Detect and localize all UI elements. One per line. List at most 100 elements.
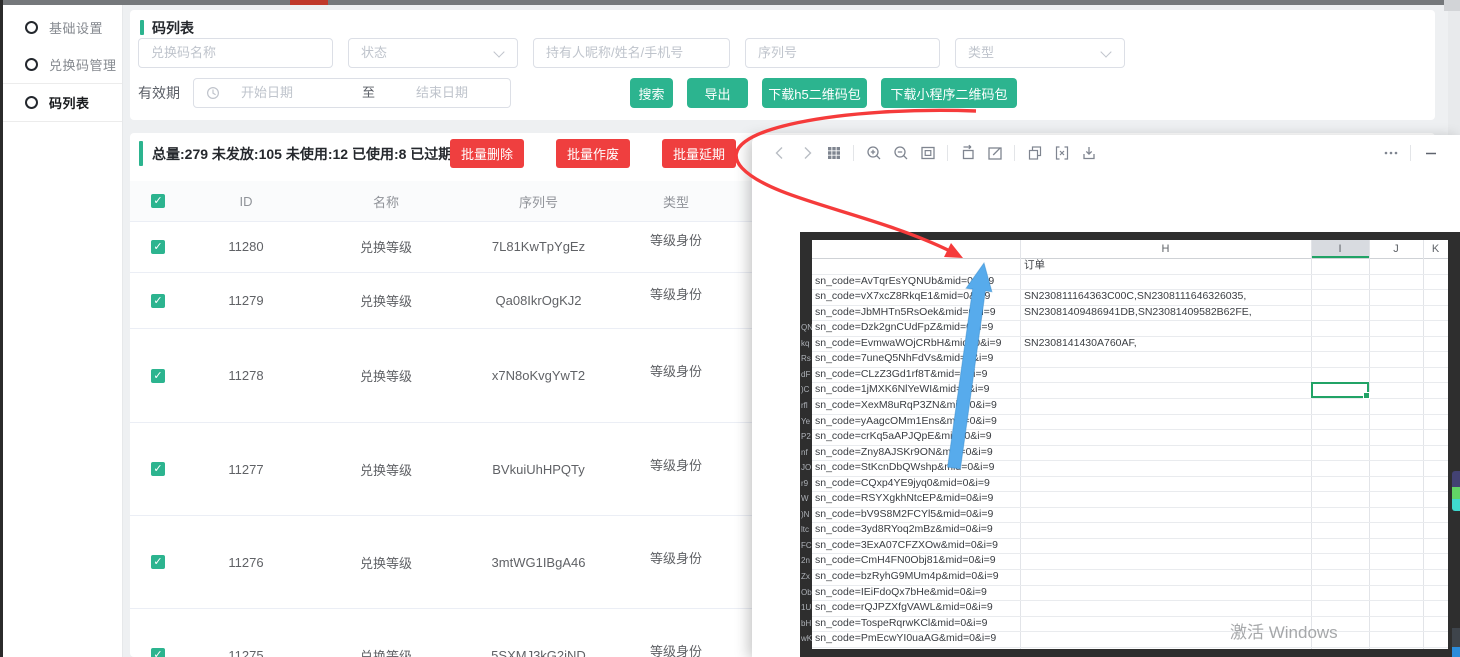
summary-stats: 总量:279 未发放:105 未使用:12 已使用:8 已过期:154 <box>152 144 480 164</box>
sn-code-cell: sn_code=CmH4FN0Obj81&mid=0&i=9 <box>815 553 1018 568</box>
extract-text-icon[interactable] <box>1048 144 1075 162</box>
zoom-in-icon[interactable] <box>860 144 887 162</box>
row-id: 11277 <box>186 462 306 477</box>
clipped-text-fragment: 2n <box>801 553 812 568</box>
top-edge-red-artifact <box>290 0 328 5</box>
sn-code-cell: sn_code=3ExA07CFZXOw&mid=0&i=9 <box>815 538 1018 553</box>
fit-icon[interactable] <box>914 144 941 162</box>
sheet-column-header-I[interactable]: I <box>1311 240 1369 258</box>
radio-circle-icon <box>25 58 38 71</box>
edit-icon[interactable] <box>981 144 1008 162</box>
sheet-column-header-H[interactable]: H <box>1020 240 1311 258</box>
sn-code-cell: sn_code=bzRyhG9MUm4p&mid=0&i=9 <box>815 569 1018 584</box>
sidebar-item-0[interactable]: 基础设置 <box>3 9 122 46</box>
row-serial: 7L81KwTpYgEz <box>466 239 611 254</box>
filter-panel: 码列表 兑换码名称 状态 持有人昵称/姓名/手机号序列号类型 有效期 开始日期 至 … <box>130 10 1435 120</box>
grid-icon[interactable] <box>820 144 847 162</box>
start-date-input[interactable]: 开始日期 <box>241 79 293 107</box>
clock-icon <box>206 86 220 105</box>
date-range-picker[interactable]: 开始日期 至 结束日期 <box>193 78 511 108</box>
row-name: 兑换等级 <box>306 237 466 256</box>
clipped-text-fragment: nf <box>801 445 812 460</box>
clipped-text-fragment: kq <box>801 336 812 351</box>
filter-input[interactable]: 序列号 <box>745 38 940 68</box>
row-type: 等级身份 <box>611 284 741 303</box>
row-checkbox[interactable]: ✓ <box>151 369 165 383</box>
placeholder-text: 兑换码名称 <box>151 39 216 67</box>
back-icon[interactable] <box>766 144 793 162</box>
bulk-button-2[interactable]: 批量延期 <box>662 139 736 168</box>
row-checkbox[interactable]: ✓ <box>151 294 165 308</box>
row-checkbox[interactable]: ✓ <box>151 240 165 254</box>
order-sn-cell: SN2308141430A760AF, <box>1024 336 1310 351</box>
bulk-button-0[interactable]: 批量删除 <box>450 139 524 168</box>
end-date-input[interactable]: 结束日期 <box>416 79 468 107</box>
activate-windows-watermark: 激活 Windows <box>1230 618 1338 643</box>
sn-code-cell: sn_code=Zny8AJSKr9ON&mid=0&i=9 <box>815 445 1018 460</box>
row-type: 等级身份 <box>611 641 741 657</box>
row-name: 兑换等级 <box>306 366 466 385</box>
page-title: 码列表 <box>152 18 194 38</box>
row-checkbox[interactable]: ✓ <box>151 555 165 569</box>
toolbar-divider <box>1014 145 1015 161</box>
download-icon[interactable] <box>1075 144 1102 162</box>
sn-code-cell: sn_code=bV9S8M2FCYl5&mid=0&i=9 <box>815 507 1018 522</box>
sidebar-item-2[interactable]: 码列表 <box>3 83 122 122</box>
clipped-text-fragment: r9 <box>801 476 812 491</box>
row-checkbox-cell: ✓ <box>130 240 186 254</box>
sn-code-cell: sn_code=7uneQ5NhFdVs&mid=0&i=9 <box>815 351 1018 366</box>
clipped-text-fragment: Rs <box>801 351 812 366</box>
minimize-icon[interactable] <box>1417 144 1444 162</box>
right-edge-widget[interactable] <box>1452 471 1460 511</box>
row-checkbox-cell: ✓ <box>130 369 186 383</box>
clipped-text-fragment: rfl <box>801 398 812 413</box>
filter-select[interactable]: 状态 <box>348 38 518 68</box>
row-type: 等级身份 <box>611 455 741 474</box>
action-button-1[interactable]: 导出 <box>687 78 748 108</box>
sheet-column-header-J[interactable]: J <box>1369 240 1423 258</box>
select-all-cell: ✓ <box>130 194 186 208</box>
validity-label: 有效期 <box>138 78 180 108</box>
sheet-column-header-K[interactable]: K <box>1423 240 1448 258</box>
filter-input[interactable]: 持有人昵称/姓名/手机号 <box>533 38 730 68</box>
more-icon[interactable] <box>1377 144 1404 162</box>
row-checkbox-cell: ✓ <box>130 648 186 657</box>
sn-code-cell: sn_code=RSYXgkhNtcEP&mid=0&i=9 <box>815 491 1018 506</box>
clipped-text-fragment: Zx <box>801 569 812 584</box>
row-serial: x7N8oKvgYwT2 <box>466 368 611 383</box>
chevron-down-icon <box>493 46 504 57</box>
row-checkbox-cell: ✓ <box>130 462 186 476</box>
row-name: 兑换等级 <box>306 291 466 310</box>
row-name: 兑换等级 <box>306 460 466 479</box>
sn-code-cell: sn_code=StKcnDbQWshp&mid=0&i=9 <box>815 460 1018 475</box>
right-edge-bottom-widget[interactable] <box>1452 628 1460 657</box>
sidebar-item-label: 兑换码管理 <box>49 55 117 74</box>
placeholder-text: 状态 <box>361 39 387 67</box>
action-button-0[interactable]: 搜索 <box>630 78 673 108</box>
row-checkbox[interactable]: ✓ <box>151 462 165 476</box>
toolbar-divider <box>947 145 948 161</box>
sidebar-item-1[interactable]: 兑换码管理 <box>3 46 122 83</box>
clipped-text-fragment: Ye <box>801 414 812 429</box>
filter-input[interactable]: 兑换码名称 <box>138 38 333 68</box>
bulk-button-1[interactable]: 批量作废 <box>556 139 630 168</box>
clipped-text-fragment: ltc <box>801 522 812 537</box>
sn-code-cell: sn_code=yAagcOMm1Ens&mid=0&i=9 <box>815 414 1018 429</box>
zoom-out-icon[interactable] <box>887 144 914 162</box>
clipped-text-fragment: Ob <box>801 585 812 600</box>
copy-icon[interactable] <box>1021 144 1048 162</box>
toolbar-divider <box>853 145 854 161</box>
row-checkbox[interactable]: ✓ <box>151 648 165 657</box>
window-left-edge <box>0 0 3 657</box>
page-scrollbar[interactable] <box>1448 5 1460 135</box>
rotate-icon[interactable] <box>954 144 981 162</box>
select-all-checkbox[interactable]: ✓ <box>151 194 165 208</box>
sn-code-cell: sn_code=3yd8RYoq2mBz&mid=0&i=9 <box>815 522 1018 537</box>
action-button-2[interactable]: 下载h5二维码包 <box>762 78 867 108</box>
action-button-3[interactable]: 下载小程序二维码包 <box>881 78 1017 108</box>
row-id: 11279 <box>186 293 306 308</box>
sidebar-item-label: 基础设置 <box>49 18 103 37</box>
forward-icon[interactable] <box>793 144 820 162</box>
order-header-cell: 订单 <box>1024 258 1310 273</box>
filter-select[interactable]: 类型 <box>955 38 1125 68</box>
